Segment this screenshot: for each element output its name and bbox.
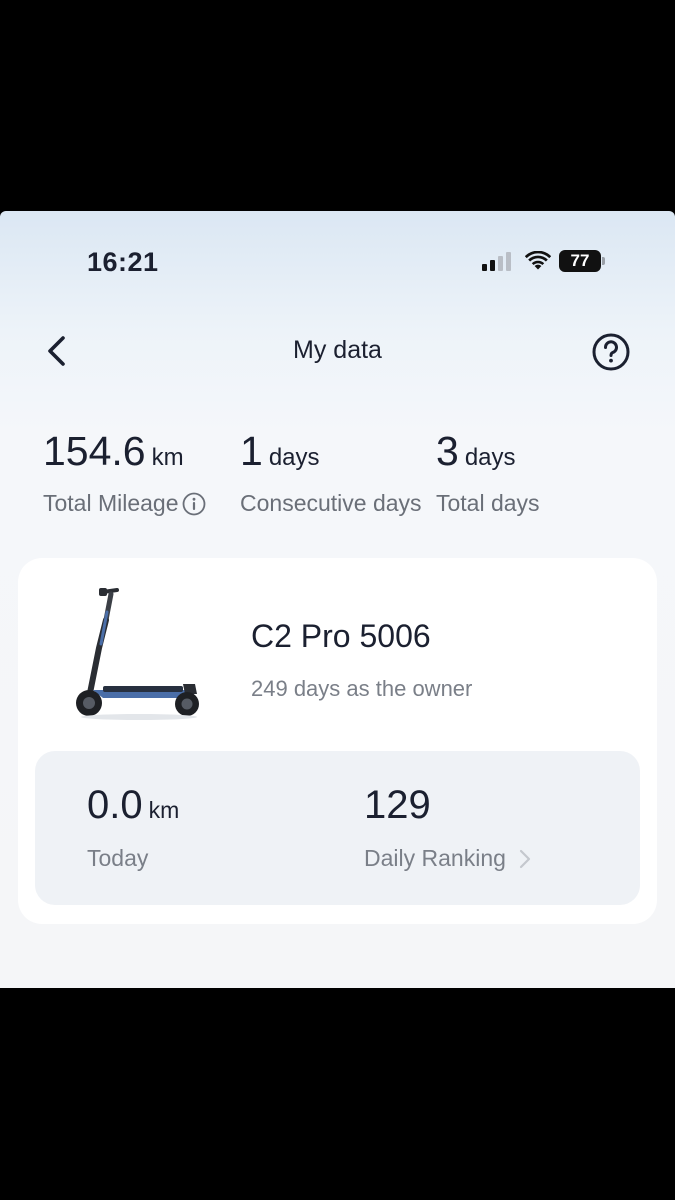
stat-total-mileage: 154.6 km Total Mileage [43, 428, 205, 516]
status-time: 16:21 [87, 247, 159, 277]
daily-ranking-link[interactable]: Daily Ranking [364, 845, 532, 872]
total-mileage-value: 154.6 [43, 428, 146, 474]
today-value: 0.0 [87, 783, 143, 827]
status-icons: 77 [482, 249, 605, 273]
total-mileage-unit: km [151, 444, 184, 471]
consecutive-days-value: 1 [240, 428, 263, 474]
wifi-icon [525, 251, 551, 270]
owner-days-text: 249 days as the owner [251, 676, 473, 701]
question-circle-icon[interactable] [591, 332, 631, 372]
scooter-image [76, 588, 199, 720]
page-title: My data [293, 336, 382, 364]
stat-consecutive-days: 1 days Consecutive days [240, 428, 422, 516]
app-screen: 16:21 77 My data 154.6 km Total Mileage … [0, 211, 675, 988]
battery-level: 77 [559, 250, 601, 272]
total-days-label: Total days [436, 490, 540, 516]
today-distance: 0.0 km [87, 783, 179, 828]
total-days-value: 3 [436, 428, 459, 474]
today-label: Today [87, 845, 149, 871]
device-card[interactable]: C2 Pro 5006 249 days as the owner 0.0 km … [18, 558, 657, 924]
device-name: C2 Pro 5006 [251, 618, 431, 654]
cell-signal-icon [482, 251, 511, 271]
total-days-unit: days [464, 444, 516, 471]
info-circle-icon[interactable] [182, 492, 206, 516]
consecutive-days-unit: days [268, 444, 320, 471]
device-stats-panel: 0.0 km Today 129 Daily Ranking [35, 751, 640, 905]
today-unit: km [148, 797, 180, 823]
daily-ranking-value: 129 [364, 783, 431, 827]
daily-ranking-label: Daily Ranking [364, 845, 506, 871]
battery-icon: 77 [559, 250, 605, 272]
consecutive-days-label: Consecutive days [240, 490, 422, 516]
chevron-right-icon[interactable] [518, 848, 532, 870]
total-mileage-label: Total Mileage [43, 490, 179, 516]
stat-total-days: 3 days Total days [436, 428, 540, 516]
